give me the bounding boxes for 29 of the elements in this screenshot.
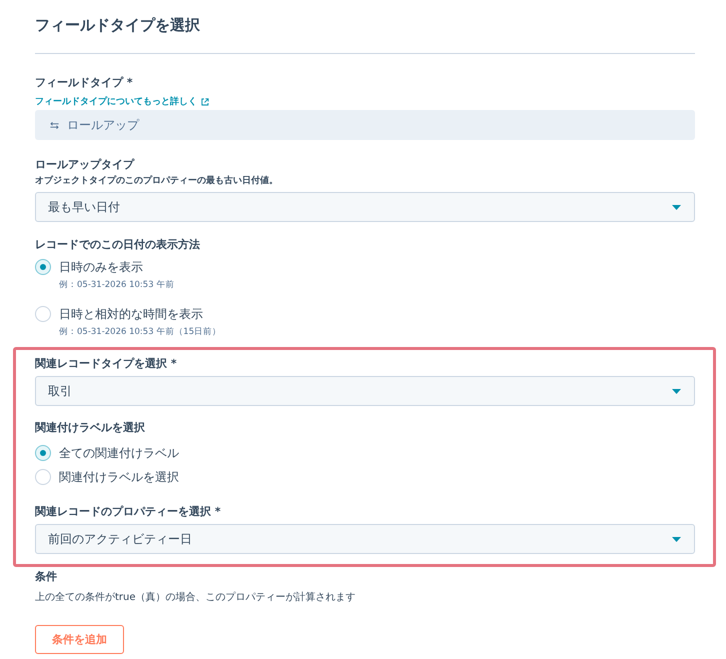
radio-label[interactable]: 日時のみを表示 (59, 258, 143, 276)
field-label: 関連付けラベルを選択 (35, 421, 146, 435)
property-dropdown[interactable]: 前回のアクティビティー日 (35, 524, 695, 554)
dialog-title: フィールドタイプを選択 (35, 15, 201, 36)
radio-label[interactable]: 関連付けラベルを選択 (59, 468, 179, 486)
caret-icon (672, 388, 681, 394)
record-type-dropdown[interactable]: 取引 (35, 376, 695, 406)
example-text: 例：05-31-2026 10:53 午前 (59, 279, 176, 291)
radio-label[interactable]: 日時と相対的な時間を表示 (59, 305, 203, 323)
rollup-type-dropdown[interactable]: 最も早い日付 (35, 192, 695, 222)
description-text: 上の全ての条件がtrue（真）の場合、このプロパティーが計算されます (35, 590, 357, 605)
field-label: 関連レコードタイプを選択 * (35, 357, 178, 371)
radio-button[interactable] (35, 469, 51, 485)
field-label: 関連レコードのプロパティーを選択 * (35, 505, 222, 519)
section-label: 条件 (35, 570, 58, 584)
field-label: フィールドタイプ * (35, 76, 134, 90)
radio-label[interactable]: 全ての関連付けラベル (59, 444, 179, 462)
radio-button[interactable] (35, 306, 51, 322)
caret-icon (672, 536, 681, 542)
radio-button[interactable] (35, 259, 51, 275)
field-label: レコードでのこの日付の表示方法 (35, 238, 201, 252)
field-type-field: ロールアップ (35, 110, 695, 140)
caret-icon (672, 204, 681, 210)
radio-button[interactable] (35, 445, 51, 461)
help-text: オブジェクトタイプのこのプロパティーの最も古い日付値。 (35, 175, 279, 187)
rollup-icon (50, 122, 59, 128)
field-label: ロールアップタイプ (35, 158, 136, 172)
external-link-icon (201, 98, 209, 106)
example-text: 例：05-31-2026 10:53 午前（15日前） (59, 326, 222, 338)
